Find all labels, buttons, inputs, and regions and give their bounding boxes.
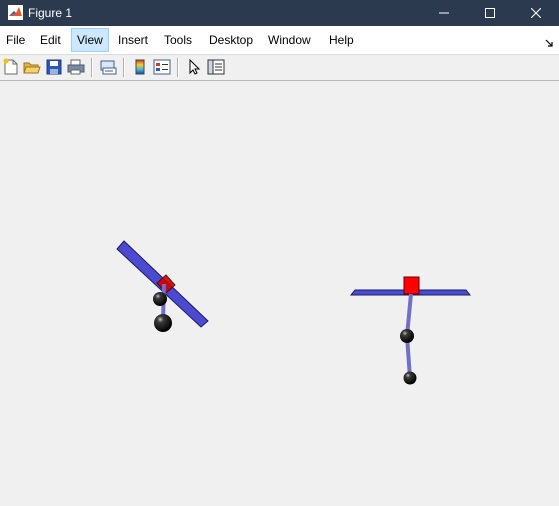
figure-canvas[interactable] (0, 81, 559, 501)
toolbar-separator (177, 58, 179, 77)
window-titlebar[interactable]: Figure 1 (0, 0, 559, 26)
matlab-icon (8, 5, 23, 20)
menu-bar: File Edit View Insert Tools Desktop Wind… (0, 26, 559, 55)
insert-colorbar-icon[interactable] (131, 58, 149, 76)
menu-insert[interactable]: Insert (118, 29, 148, 51)
menu-tools[interactable]: Tools (164, 29, 192, 51)
insert-legend-icon[interactable] (153, 58, 171, 76)
close-icon (531, 8, 541, 18)
close-button[interactable] (513, 0, 559, 26)
figure-toolbar (0, 55, 559, 81)
edit-plot-arrow-icon[interactable] (185, 58, 203, 76)
maximize-button[interactable] (467, 0, 513, 26)
left-joint-ball (153, 292, 167, 306)
print-icon[interactable] (67, 58, 85, 76)
right-bob-ball (403, 371, 417, 385)
left-pendulum (116, 240, 209, 332)
dock-arrow-icon[interactable] (545, 35, 555, 47)
right-joint-ball (400, 329, 414, 343)
toolbar-separator (91, 58, 93, 77)
menu-desktop[interactable]: Desktop (209, 29, 253, 51)
link-plot-icon[interactable] (99, 58, 117, 76)
axes-area[interactable] (0, 81, 559, 501)
maximize-icon (485, 8, 495, 18)
toolbar-separator (123, 58, 125, 77)
minimize-button[interactable] (421, 0, 467, 26)
window-title: Figure 1 (28, 6, 73, 20)
open-file-icon[interactable] (23, 58, 41, 76)
save-icon[interactable] (45, 58, 63, 76)
menu-help[interactable]: Help (329, 29, 354, 51)
menu-edit[interactable]: Edit (40, 29, 61, 51)
right-pendulum (349, 276, 472, 385)
menu-window[interactable]: Window (268, 29, 311, 51)
minimize-icon (439, 12, 449, 14)
menu-file[interactable]: File (6, 29, 25, 51)
menu-view[interactable]: View (71, 28, 109, 52)
new-figure-icon[interactable] (2, 58, 20, 76)
right-pivot-box (403, 276, 420, 295)
property-inspector-icon[interactable] (207, 58, 225, 76)
left-bob-ball (154, 314, 172, 332)
